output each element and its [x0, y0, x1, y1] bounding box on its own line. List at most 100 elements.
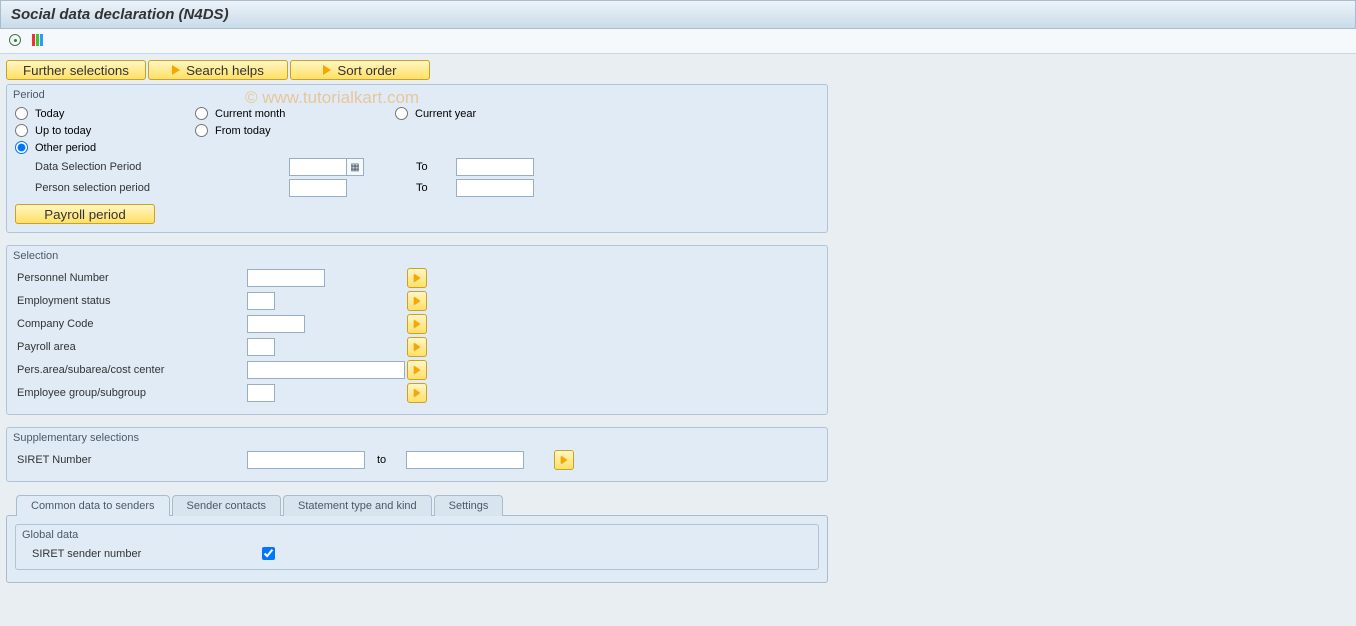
execute-icon[interactable]	[8, 33, 24, 49]
selection-label: Payroll area	[15, 341, 247, 353]
global-data-group: Global data SIRET sender number	[15, 524, 819, 570]
siret-to-label: to	[377, 454, 386, 466]
arrow-right-icon	[323, 65, 331, 75]
radio-today-label: Today	[35, 108, 64, 120]
content-area: © www.tutorialkart.com Further selection…	[0, 54, 1356, 626]
date-picker-icon[interactable]: ▦	[347, 158, 364, 176]
selection-input[interactable]	[247, 315, 305, 333]
selection-input[interactable]	[247, 338, 275, 356]
selection-row: Personnel Number	[15, 268, 819, 288]
radio-other-input[interactable]	[15, 141, 28, 154]
person-sel-label: Person selection period	[15, 182, 289, 194]
radio-curmonth-input[interactable]	[195, 107, 208, 120]
selection-multi-button[interactable]	[407, 360, 427, 380]
siret-from-input[interactable]	[247, 451, 365, 469]
arrow-right-icon	[414, 297, 420, 305]
person-sel-to-label: To	[416, 182, 456, 194]
selection-title: Selection	[13, 250, 819, 262]
selection-row: Payroll area	[15, 337, 819, 357]
period-radio-row2: Up to today From today	[15, 124, 819, 137]
tab-sender-contacts[interactable]: Sender contacts	[172, 495, 282, 516]
radio-upto[interactable]: Up to today	[15, 124, 185, 137]
radio-curmonth-label: Current month	[215, 108, 285, 120]
tab-sender-contacts-label: Sender contacts	[187, 500, 267, 512]
data-sel-to-label: To	[416, 161, 456, 173]
radio-fromtoday[interactable]: From today	[195, 124, 385, 137]
selection-row: Pers.area/subarea/cost center	[15, 360, 819, 380]
radio-today-input[interactable]	[15, 107, 28, 120]
arrow-right-icon	[561, 456, 567, 464]
siret-sender-checkbox[interactable]	[262, 547, 275, 560]
selection-multi-button[interactable]	[407, 291, 427, 311]
arrow-right-icon	[414, 389, 420, 397]
selection-row: Employment status	[15, 291, 819, 311]
payroll-period-label: Payroll period	[44, 207, 126, 222]
sort-order-label: Sort order	[337, 63, 396, 78]
tab-settings-label: Settings	[449, 500, 489, 512]
radio-curmonth[interactable]: Current month	[195, 107, 385, 120]
radio-other[interactable]: Other period	[15, 141, 96, 154]
selection-label: Personnel Number	[15, 272, 247, 284]
selection-input[interactable]	[247, 269, 325, 287]
selection-multi-button[interactable]	[407, 268, 427, 288]
search-helps-button[interactable]: Search helps	[148, 60, 288, 80]
person-sel-to-input[interactable]	[456, 179, 534, 197]
further-selections-label: Further selections	[23, 63, 129, 78]
radio-upto-input[interactable]	[15, 124, 28, 137]
selection-input[interactable]	[247, 292, 275, 310]
tab-panel: Global data SIRET sender number	[6, 515, 828, 583]
variant-icon[interactable]	[31, 33, 47, 49]
arrow-right-icon	[172, 65, 180, 75]
arrow-right-icon	[414, 343, 420, 351]
period-radio-row1: Today Current month Current year	[15, 107, 819, 120]
period-group: Period Today Current month Current year …	[6, 84, 828, 233]
selection-input[interactable]	[247, 384, 275, 402]
selection-row: Employee group/subgroup	[15, 383, 819, 403]
selection-input[interactable]	[247, 361, 405, 379]
selection-label: Pers.area/subarea/cost center	[15, 364, 247, 376]
arrow-right-icon	[414, 320, 420, 328]
tabs-wrap: Common data to senders Sender contacts S…	[6, 494, 828, 583]
tab-common-label: Common data to senders	[31, 500, 155, 512]
tabs: Common data to senders Sender contacts S…	[6, 494, 828, 515]
app-toolbar	[0, 29, 1356, 54]
tab-settings[interactable]: Settings	[434, 495, 504, 516]
sort-order-button[interactable]: Sort order	[290, 60, 430, 80]
selection-multi-button[interactable]	[407, 337, 427, 357]
siret-sender-row: SIRET sender number	[24, 547, 810, 560]
siret-to-input[interactable]	[406, 451, 524, 469]
radio-today[interactable]: Today	[15, 107, 185, 120]
data-sel-row: Data Selection Period ▦ To	[15, 158, 819, 176]
selection-label: Employee group/subgroup	[15, 387, 247, 399]
period-radio-row3: Other period	[15, 141, 819, 154]
selection-multi-button[interactable]	[407, 383, 427, 403]
radio-fromtoday-input[interactable]	[195, 124, 208, 137]
arrow-right-icon	[414, 366, 420, 374]
person-sel-row: Person selection period To	[15, 179, 819, 197]
siret-multi-button[interactable]	[554, 450, 574, 470]
data-sel-to-input[interactable]	[456, 158, 534, 176]
further-selections-button[interactable]: Further selections	[6, 60, 146, 80]
radio-curyear[interactable]: Current year	[395, 107, 575, 120]
selection-row: Company Code	[15, 314, 819, 334]
siret-sender-label: SIRET sender number	[24, 548, 262, 560]
selection-multi-button[interactable]	[407, 314, 427, 334]
person-sel-from-input[interactable]	[289, 179, 347, 197]
selection-group: Selection Personnel Number Employment sta…	[6, 245, 828, 415]
selection-label: Company Code	[15, 318, 247, 330]
radio-curyear-input[interactable]	[395, 107, 408, 120]
supplementary-title: Supplementary selections	[13, 432, 819, 444]
data-sel-from-input[interactable]	[289, 158, 347, 176]
supplementary-group: Supplementary selections SIRET Number to	[6, 427, 828, 482]
radio-curyear-label: Current year	[415, 108, 476, 120]
search-helps-label: Search helps	[186, 63, 264, 78]
page-title: Social data declaration (N4DS)	[11, 6, 229, 23]
arrow-right-icon	[414, 274, 420, 282]
tab-statement-label: Statement type and kind	[298, 500, 417, 512]
top-button-row: Further selections Search helps Sort ord…	[6, 60, 1350, 80]
payroll-period-button[interactable]: Payroll period	[15, 204, 155, 224]
tab-statement[interactable]: Statement type and kind	[283, 495, 432, 516]
tab-common[interactable]: Common data to senders	[16, 495, 170, 516]
radio-other-label: Other period	[35, 142, 96, 154]
data-sel-label: Data Selection Period	[15, 161, 289, 173]
